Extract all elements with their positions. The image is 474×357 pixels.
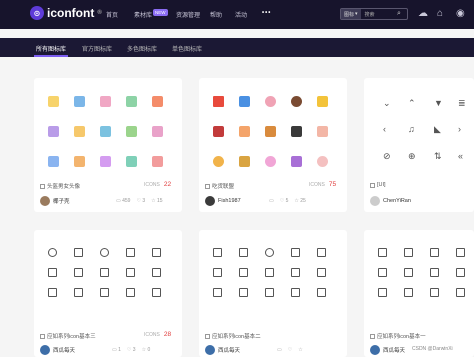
- card-title: 头盔男女头像: [40, 182, 80, 190]
- icon-count: ICONS 22: [144, 181, 172, 188]
- watermark: CSDN @DarwinXi: [412, 346, 453, 352]
- menu-icon: ≣: [458, 98, 466, 108]
- card-stats: ▭ ♡ ☆: [277, 347, 303, 353]
- icon-preview-grid: [213, 248, 327, 298]
- check-circle-icon: ⊘: [383, 151, 391, 161]
- caret-down-icon: ▼: [434, 98, 443, 108]
- card-title: 应如系列icon基本三: [40, 332, 96, 340]
- upload-icon[interactable]: ☁: [418, 8, 428, 19]
- chevron-up-icon: ⌃: [408, 98, 416, 108]
- search-input[interactable]: 搜索: [361, 11, 397, 18]
- sort-icon: ⇅: [434, 151, 442, 161]
- avatar: [40, 196, 50, 206]
- avatar: [205, 345, 215, 355]
- icon-library-card[interactable]: 吃货联盟 ICONS 75 Fish1987 ▭ ♡ 5 ☆ 25: [199, 78, 347, 212]
- tab-monochrome[interactable]: 单色图标库: [172, 44, 202, 53]
- avatar: [40, 345, 50, 355]
- icon-library-card[interactable]: ⌄ ⌃ ▼ ≣ ‹ ♫ ◣ › ⊘ ⊕ ⇅ « [UI] ChenYiRan: [364, 78, 474, 212]
- card-author[interactable]: 西瓜每天: [370, 345, 405, 355]
- card-stats: ▭ 459 ♡ 3 ☆ 15: [116, 198, 163, 204]
- search-box[interactable]: 图标 ▾ 搜索 ⌕: [340, 8, 408, 20]
- nav-home[interactable]: 首页: [106, 10, 134, 19]
- card-title: 吃货联盟: [205, 182, 234, 190]
- chevron-left-icon: ‹: [383, 124, 386, 134]
- main-nav: 首页 素材库 NEW 资源管理 帮助 活动 •••: [106, 9, 271, 19]
- tab-all[interactable]: 所有图标库: [36, 44, 66, 53]
- search-icon[interactable]: ⌕: [397, 10, 407, 18]
- tab-multicolor[interactable]: 多色图标库: [127, 44, 157, 53]
- cart-icon[interactable]: ⌂: [437, 8, 443, 19]
- icon-library-card[interactable]: 头盔男女头像 ICONS 22 椰子壳 ▭ 459 ♡ 3 ☆ 15: [34, 78, 182, 212]
- double-left-icon: «: [458, 151, 464, 161]
- icon-preview-grid: [213, 96, 328, 167]
- nav-more[interactable]: •••: [262, 10, 271, 19]
- icon-preview-grid: [378, 248, 466, 298]
- library-tabs: 所有图标库 官方图标库 多色图标库 单色图标库: [0, 38, 474, 57]
- icon-count: ICONS 28: [144, 331, 172, 338]
- icon-count: ICONS 75: [309, 181, 337, 188]
- card-author[interactable]: 椰子壳: [40, 196, 70, 206]
- caret-icon: ◣: [434, 124, 441, 134]
- icon-library-card[interactable]: 应如系列icon基本三 ICONS 28 西瓜每天 ▭ 1 ♡ 3 ☆ 0: [34, 230, 182, 357]
- card-stats: ▭ 1 ♡ 3 ☆ 0: [112, 347, 151, 353]
- active-tab-indicator: [34, 55, 68, 57]
- card-author[interactable]: 西瓜每天: [205, 345, 240, 355]
- top-bar: ⊙ iconfont ® 首页 素材库 NEW 资源管理 帮助 活动 ••• 图标 ▾…: [0, 0, 474, 29]
- nav-help[interactable]: 帮助: [210, 10, 235, 19]
- new-badge: NEW: [153, 9, 168, 16]
- avatar: [370, 196, 380, 206]
- card-title: 应如系列icon基本二: [205, 332, 261, 340]
- icon-preview-grid: [48, 96, 163, 167]
- icon-preview-grid: [48, 248, 162, 298]
- card-author[interactable]: ChenYiRan: [370, 196, 411, 206]
- bell-icon: ♫: [408, 124, 415, 134]
- nav-library[interactable]: 素材库 NEW: [134, 9, 176, 19]
- card-title: [UI]: [370, 182, 386, 188]
- chevron-right-icon: ›: [458, 124, 461, 134]
- icon-library-card[interactable]: 应如系列icon基本二 西瓜每天 ▭ ♡ ☆: [199, 230, 347, 357]
- card-author[interactable]: Fish1987: [205, 196, 241, 206]
- search-type-select[interactable]: 图标 ▾: [341, 9, 361, 19]
- card-stats: ▭ ♡ 5 ☆ 25: [269, 198, 306, 204]
- icon-library-card[interactable]: 应如系列icon基本一 西瓜每天: [364, 230, 474, 357]
- chevron-down-icon: ⌄: [383, 98, 391, 108]
- card-author[interactable]: 西瓜每天: [40, 345, 75, 355]
- logo[interactable]: ⊙ iconfont ®: [30, 6, 102, 20]
- avatar: [370, 345, 380, 355]
- card-title: 应如系列icon基本一: [370, 332, 426, 340]
- nav-resources[interactable]: 资源管理: [176, 10, 210, 19]
- avatar: [205, 196, 215, 206]
- logo-icon: ⊙: [30, 6, 44, 20]
- plus-circle-icon: ⊕: [408, 151, 416, 161]
- tab-official[interactable]: 官方图标库: [82, 44, 112, 53]
- user-avatar-icon[interactable]: ◉: [456, 8, 465, 19]
- logo-text: iconfont: [47, 6, 95, 20]
- nav-activity[interactable]: 活动: [235, 10, 262, 19]
